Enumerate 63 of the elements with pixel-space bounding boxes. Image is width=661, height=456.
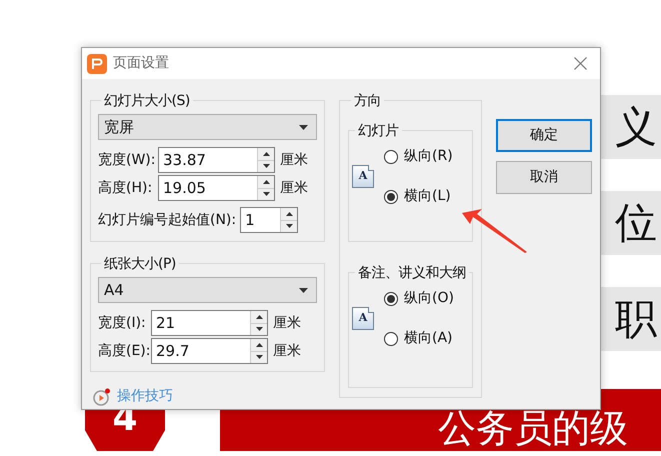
page-icon: A xyxy=(352,165,374,188)
spin-down-button[interactable] xyxy=(258,160,274,172)
unit-label: 厘米 xyxy=(273,342,301,360)
slide-text: 义 xyxy=(615,106,657,148)
unit-label: 厘米 xyxy=(280,178,308,198)
dropdown-caret-icon xyxy=(299,288,308,292)
close-icon[interactable] xyxy=(574,57,587,70)
field-label: 幻灯片编号起始值(N): xyxy=(98,210,236,230)
down-triangle-icon xyxy=(256,355,262,360)
dialog-button[interactable]: 确定 xyxy=(496,119,592,152)
annotation-arrow xyxy=(460,208,528,253)
radio-label: 纵向(O) xyxy=(404,289,454,308)
down-triangle-icon xyxy=(256,327,262,332)
play-tips-icon xyxy=(93,388,111,406)
dialog-button[interactable]: 取消 xyxy=(496,161,592,194)
dropdown-caret-icon xyxy=(299,124,308,130)
spin-down-button[interactable] xyxy=(251,324,267,335)
radio-button[interactable] xyxy=(384,150,398,164)
group-title: 幻灯片大小(S) xyxy=(104,93,190,109)
spin-up-button[interactable] xyxy=(258,176,274,188)
number-field[interactable]: 21 xyxy=(151,310,268,336)
unit-label: 厘米 xyxy=(280,150,308,170)
radio-button[interactable] xyxy=(384,190,398,204)
up-triangle-icon xyxy=(286,212,293,216)
size-dropdown[interactable]: A4 xyxy=(98,277,317,303)
spin-down-button[interactable] xyxy=(258,188,274,200)
spin-up-button[interactable] xyxy=(258,148,274,160)
group-title: 纸张大小(P) xyxy=(104,256,176,272)
number-field[interactable]: 1 xyxy=(240,207,298,233)
group-title: 备注、讲义和大纲 xyxy=(358,265,466,281)
number-field[interactable]: 33.87 xyxy=(158,147,275,173)
field-label: 高度(E): xyxy=(98,342,151,360)
window-title: 页面设置 xyxy=(113,54,169,73)
radio-label: 横向(A) xyxy=(404,329,453,348)
radio-button[interactable] xyxy=(384,292,398,306)
up-triangle-icon xyxy=(262,180,270,184)
down-triangle-icon xyxy=(262,164,270,168)
radio-label: 纵向(R) xyxy=(404,147,453,166)
number-field[interactable]: 29.7 xyxy=(151,338,268,364)
field-label: 高度(H): xyxy=(98,178,154,198)
group-title: 方向 xyxy=(354,93,381,109)
size-dropdown[interactable]: 宽屏 xyxy=(98,114,317,140)
field-label: 宽度(W): xyxy=(98,150,156,170)
radio-label: 横向(L) xyxy=(404,187,451,206)
number-field[interactable]: 19.05 xyxy=(158,175,275,201)
spin-up-button[interactable] xyxy=(251,311,267,324)
down-triangle-icon xyxy=(286,224,293,228)
unit-label: 厘米 xyxy=(273,314,301,332)
group-title: 幻灯片 xyxy=(358,123,398,139)
spin-up-button[interactable] xyxy=(281,208,298,220)
up-triangle-icon xyxy=(256,314,262,319)
spin-down-button[interactable] xyxy=(281,220,298,232)
down-triangle-icon xyxy=(262,192,270,196)
up-triangle-icon xyxy=(262,152,270,156)
slide-text: 职 xyxy=(615,298,657,340)
spin-up-button[interactable] xyxy=(251,339,267,352)
app-logo-icon xyxy=(87,54,107,74)
radio-button[interactable] xyxy=(384,332,398,346)
spin-down-button[interactable] xyxy=(251,352,267,363)
page-icon: A xyxy=(352,307,374,330)
up-triangle-icon xyxy=(256,342,262,347)
slide-text: 位 xyxy=(615,202,657,244)
field-label: 宽度(I): xyxy=(98,314,147,332)
